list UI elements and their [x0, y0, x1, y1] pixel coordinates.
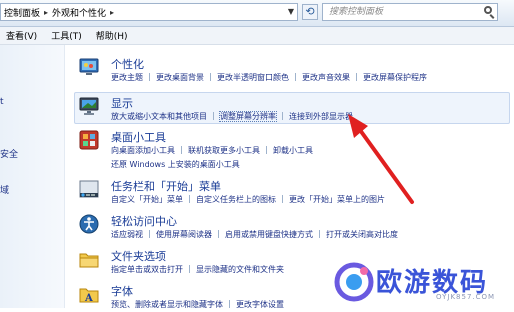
watermark-url: OYJK857.COM	[436, 293, 496, 301]
watermark-logo-icon	[334, 262, 374, 302]
watermark-logo: 欧游数码 OYJK857.COM	[332, 260, 512, 308]
